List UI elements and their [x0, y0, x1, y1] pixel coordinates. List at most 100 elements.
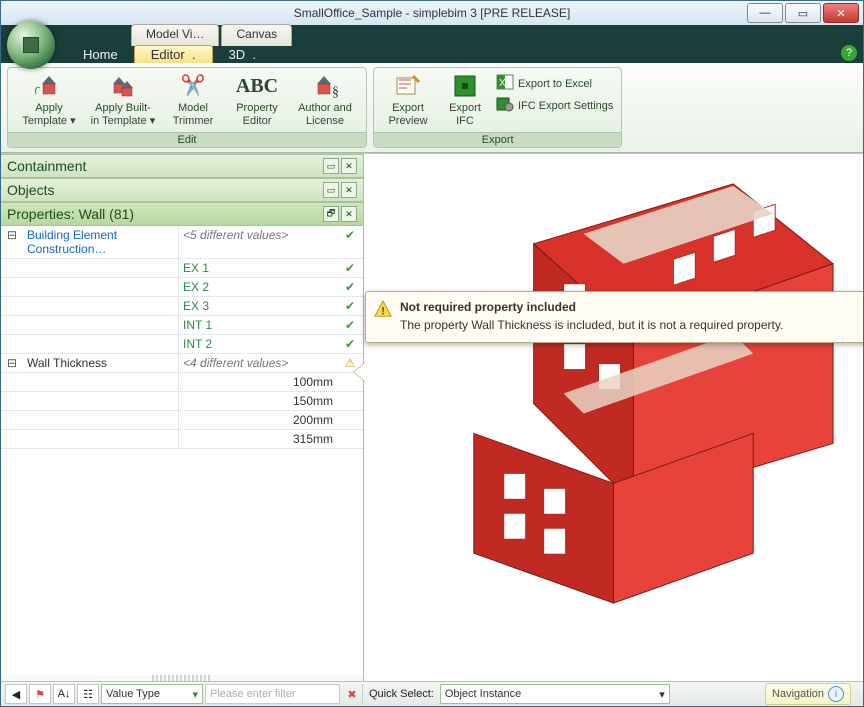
3d-viewport[interactable] [364, 154, 863, 681]
app-header: Model Vi… Canvas Home Editor . 3D . ? [1, 25, 863, 63]
ifc-export-settings-button[interactable]: IFC Export Settings [496, 96, 613, 116]
panel-objects-title: Objects [7, 182, 323, 198]
panel-objects-close[interactable]: ✕ [341, 182, 357, 198]
panel-containment-close[interactable]: ✕ [341, 158, 357, 174]
clear-filter-button[interactable]: ✖ [342, 685, 362, 703]
tool-sort-az[interactable]: A↓ [53, 684, 75, 704]
property-row-wall-thickness[interactable]: ⊟ Wall Thickness <4 different values> ⚠ [1, 354, 363, 373]
tab-editor[interactable]: Editor . [134, 45, 213, 63]
panel-objects-header[interactable]: Objects ▭ ✕ [1, 178, 363, 202]
close-button[interactable]: ✕ [823, 3, 859, 23]
context-tab-canvas[interactable]: Canvas [221, 24, 292, 46]
export-preview-icon [391, 72, 425, 100]
ribbon: Apply Template ▾ Apply Built- in Templat… [1, 63, 863, 153]
app-menu-orb[interactable] [7, 21, 55, 69]
property-value: <4 different values> [178, 354, 337, 372]
property-value-row[interactable]: INT 2 ✔ [1, 335, 363, 354]
export-to-excel-button[interactable]: X Export to Excel [496, 74, 613, 94]
panel-objects-restore[interactable]: ▭ [323, 182, 339, 198]
export-preview-button[interactable]: Export Preview [382, 72, 434, 128]
panel-containment-header[interactable]: Containment ▭ ✕ [1, 154, 363, 178]
window-title: SmallOffice_Sample - simplebim 3 [PRE RE… [294, 6, 571, 20]
apply-builtin-template-icon [106, 72, 140, 100]
body: Containment ▭ ✕ Objects ▭ ✕ Properties: … [1, 153, 863, 681]
help-button[interactable]: ? [841, 45, 857, 61]
panel-properties-header[interactable]: Properties: Wall (81) 🗗 ✕ [1, 202, 363, 226]
collapse-icon[interactable]: ⊟ [1, 354, 23, 372]
panel-properties-title: Properties: Wall (81) [7, 206, 323, 222]
property-value-row[interactable]: EX 2 ✔ [1, 278, 363, 297]
property-value: EX 1 [178, 259, 337, 277]
status-bar: ◀ ⚑ A↓ ☷ Value Type ▾ Please enter filte… [1, 681, 863, 706]
svg-text:X: X [499, 78, 506, 89]
maximize-button[interactable]: ▭ [785, 3, 821, 23]
quick-select-value: Object Instance [445, 688, 521, 700]
ribbon-group-edit: Apply Template ▾ Apply Built- in Templat… [7, 67, 367, 148]
property-value-row[interactable]: 150mm [1, 392, 363, 411]
check-icon: ✔ [337, 259, 363, 277]
tool-columns[interactable]: ☷ [77, 684, 99, 704]
collapse-icon[interactable]: ⊟ [1, 226, 23, 258]
model-trimmer-label1: Model [178, 102, 208, 115]
model-trimmer-button[interactable]: ✂️ Model Trimmer [164, 72, 222, 128]
property-value: EX 3 [178, 297, 337, 315]
property-name: Wall Thickness [23, 354, 178, 372]
window-buttons: — ▭ ✕ [747, 3, 859, 23]
orb-icon [23, 37, 39, 53]
author-license-button[interactable]: § Author and License [292, 72, 358, 128]
panel-properties-close[interactable]: ✕ [341, 206, 357, 222]
filter-input[interactable]: Please enter filter [205, 684, 340, 704]
excel-icon: X [496, 74, 514, 94]
tab-home[interactable]: Home [67, 46, 134, 63]
check-icon: ✔ [337, 226, 363, 258]
minimize-button[interactable]: — [747, 3, 783, 23]
apply-template-button[interactable]: Apply Template ▾ [16, 72, 82, 128]
ribbon-export-small-col: X Export to Excel IFC Export Settings [496, 72, 613, 128]
check-icon: ✔ [337, 335, 363, 353]
chevron-down-icon: ▾ [659, 688, 665, 701]
export-to-excel-label: Export to Excel [518, 78, 592, 91]
tool-flag[interactable]: ⚑ [29, 684, 51, 704]
property-value-row[interactable]: INT 1 ✔ [1, 316, 363, 335]
property-value-row[interactable]: 100mm [1, 373, 363, 392]
property-value-row[interactable]: EX 3 ✔ [1, 297, 363, 316]
author-license-label1: Author and [298, 102, 352, 115]
tool-prev[interactable]: ◀ [5, 684, 27, 704]
property-value: 200mm [178, 411, 337, 429]
property-editor-button[interactable]: ABC Property Editor [230, 72, 284, 128]
svg-text:!: ! [381, 305, 385, 317]
panel-properties-pin[interactable]: 🗗 [323, 206, 339, 222]
navigation-button[interactable]: Navigation i [765, 683, 851, 705]
ribbon-group-export-caption: Export [374, 132, 621, 147]
context-tab-model-view[interactable]: Model Vi… [131, 24, 219, 46]
property-value: 100mm [178, 373, 337, 391]
property-row-building-element-construction[interactable]: ⊟ Building Element Construction… <5 diff… [1, 226, 363, 259]
property-value-row[interactable]: EX 1 ✔ [1, 259, 363, 278]
ribbon-group-export-items: Export Preview Export IFC X Export t [374, 68, 621, 132]
property-value-row[interactable]: 200mm [1, 411, 363, 430]
tab-3d[interactable]: 3D . [213, 46, 272, 63]
filter-placeholder: Please enter filter [210, 688, 296, 700]
properties-grid[interactable]: ⊟ Building Element Construction… <5 diff… [1, 226, 363, 675]
export-ifc-button[interactable]: Export IFC [442, 72, 488, 128]
property-value: INT 1 [178, 316, 337, 334]
scissors-icon: ✂️ [176, 72, 210, 100]
navigation-label: Navigation [772, 688, 824, 700]
quick-select-combo[interactable]: Object Instance ▾ [440, 684, 670, 704]
left-pane: Containment ▭ ✕ Objects ▭ ✕ Properties: … [1, 154, 364, 681]
property-editor-icon: ABC [240, 72, 274, 100]
context-tabs: Model Vi… Canvas [131, 25, 294, 47]
ifc-settings-icon [496, 96, 514, 116]
property-value: EX 2 [178, 278, 337, 296]
check-icon: ✔ [337, 316, 363, 334]
property-value-row[interactable]: 315mm [1, 430, 363, 449]
property-value: INT 2 [178, 335, 337, 353]
ribbon-group-export: Export Preview Export IFC X Export t [373, 67, 622, 148]
apply-builtin-template-button[interactable]: Apply Built- in Template ▾ [90, 72, 156, 128]
value-type-combo[interactable]: Value Type ▾ [101, 684, 203, 704]
apply-template-icon [32, 72, 66, 100]
panel-containment-restore[interactable]: ▭ [323, 158, 339, 174]
property-name: Building Element Construction… [23, 226, 178, 258]
properties-footer-tools: ◀ ⚑ A↓ ☷ Value Type ▾ Please enter filte… [1, 684, 363, 704]
export-ifc-label1: Export [449, 102, 481, 115]
